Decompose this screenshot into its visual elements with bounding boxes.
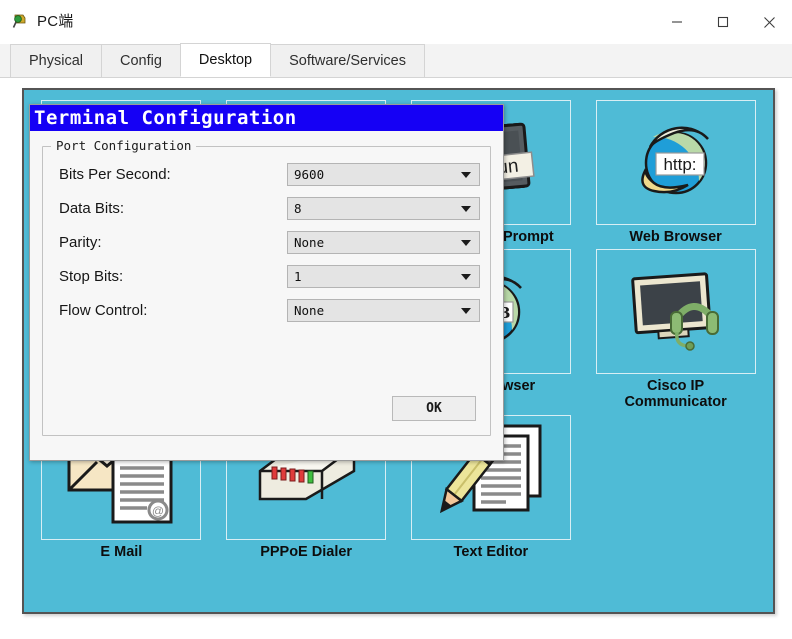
stop-bits-value: 1 [294,269,302,284]
form-row-flow-control: Flow Control: None [53,299,480,322]
terminal-configuration-dialog: Terminal Configuration Port Configuratio… [29,104,504,461]
form-row-data-bits: Data Bits: 8 [53,197,480,220]
tab-config[interactable]: Config [101,44,181,77]
tab-desktop[interactable]: Desktop [179,43,272,77]
tab-bar: Physical Config Desktop Software/Service… [0,43,792,78]
desktop-icon-label: Cisco IP Communicator [624,378,727,411]
chevron-down-icon [461,171,471,178]
flow-control-value: None [294,303,325,318]
bits-per-second-value: 9600 [294,167,325,182]
parity-value: None [294,235,325,250]
minimize-icon[interactable] [654,0,700,44]
maximize-icon[interactable] [700,0,746,44]
parity-select[interactable]: None [287,231,480,254]
bits-per-second-select[interactable]: 9600 [287,163,480,186]
packet-tracer-icon [12,12,30,30]
tab-label: Software/Services [289,53,406,69]
tab-label: Physical [29,53,83,69]
chevron-down-icon [461,205,471,212]
window-titlebar: PC端 [0,0,792,44]
port-configuration-legend: Port Configuration [51,138,197,153]
flow-control-label: Flow Control: [59,302,148,319]
stop-bits-label: Stop Bits: [59,268,124,285]
chevron-down-icon [461,239,471,246]
ok-button[interactable]: OK [392,396,476,421]
desktop-icon-label: Web Browser [629,229,722,245]
stop-bits-select[interactable]: 1 [287,265,480,288]
desktop-icon-spacer [590,415,761,560]
desktop-icon-web-browser[interactable]: http: Web Browser [590,100,761,245]
form-row-stop-bits: Stop Bits: 1 [53,265,480,288]
desktop-icon-cisco-ip-communicator[interactable]: Cisco IP Communicator [590,249,761,410]
dialog-title: Terminal Configuration [34,106,297,129]
form-row-bits-per-second: Bits Per Second: 9600 [53,163,480,186]
tab-software-services[interactable]: Software/Services [270,44,425,77]
data-bits-value: 8 [294,201,302,216]
desktop-icon-label: PPPoE Dialer [260,543,353,560]
desktop-icon-label: Text Editor [453,543,529,560]
svg-text:@: @ [152,504,164,518]
dialog-titlebar: Terminal Configuration [30,105,503,131]
dialog-body: Port Configuration Bits Per Second: 9600… [30,131,503,460]
svg-text:http:: http: [663,155,696,174]
data-bits-select[interactable]: 8 [287,197,480,220]
port-configuration-group: Port Configuration Bits Per Second: 9600… [42,138,491,436]
chevron-down-icon [461,307,471,314]
form-row-parity: Parity: None [53,231,480,254]
close-icon[interactable] [746,0,792,44]
web-browser-icon: http: [595,100,756,225]
chevron-down-icon [461,273,471,280]
flow-control-select[interactable]: None [287,299,480,322]
tab-label: Config [120,53,162,69]
data-bits-label: Data Bits: [59,200,125,217]
cisco-ip-communicator-icon [595,249,756,375]
ok-button-label: OK [426,401,442,416]
desktop-icon-label: E Mail [100,543,143,560]
tab-label: Desktop [198,52,253,68]
parity-label: Parity: [59,234,102,251]
window-controls [654,0,792,44]
window-title-group: PC端 [12,10,73,31]
tab-physical[interactable]: Physical [10,44,102,77]
window-title: PC端 [37,13,74,30]
bits-per-second-label: Bits Per Second: [59,166,171,183]
